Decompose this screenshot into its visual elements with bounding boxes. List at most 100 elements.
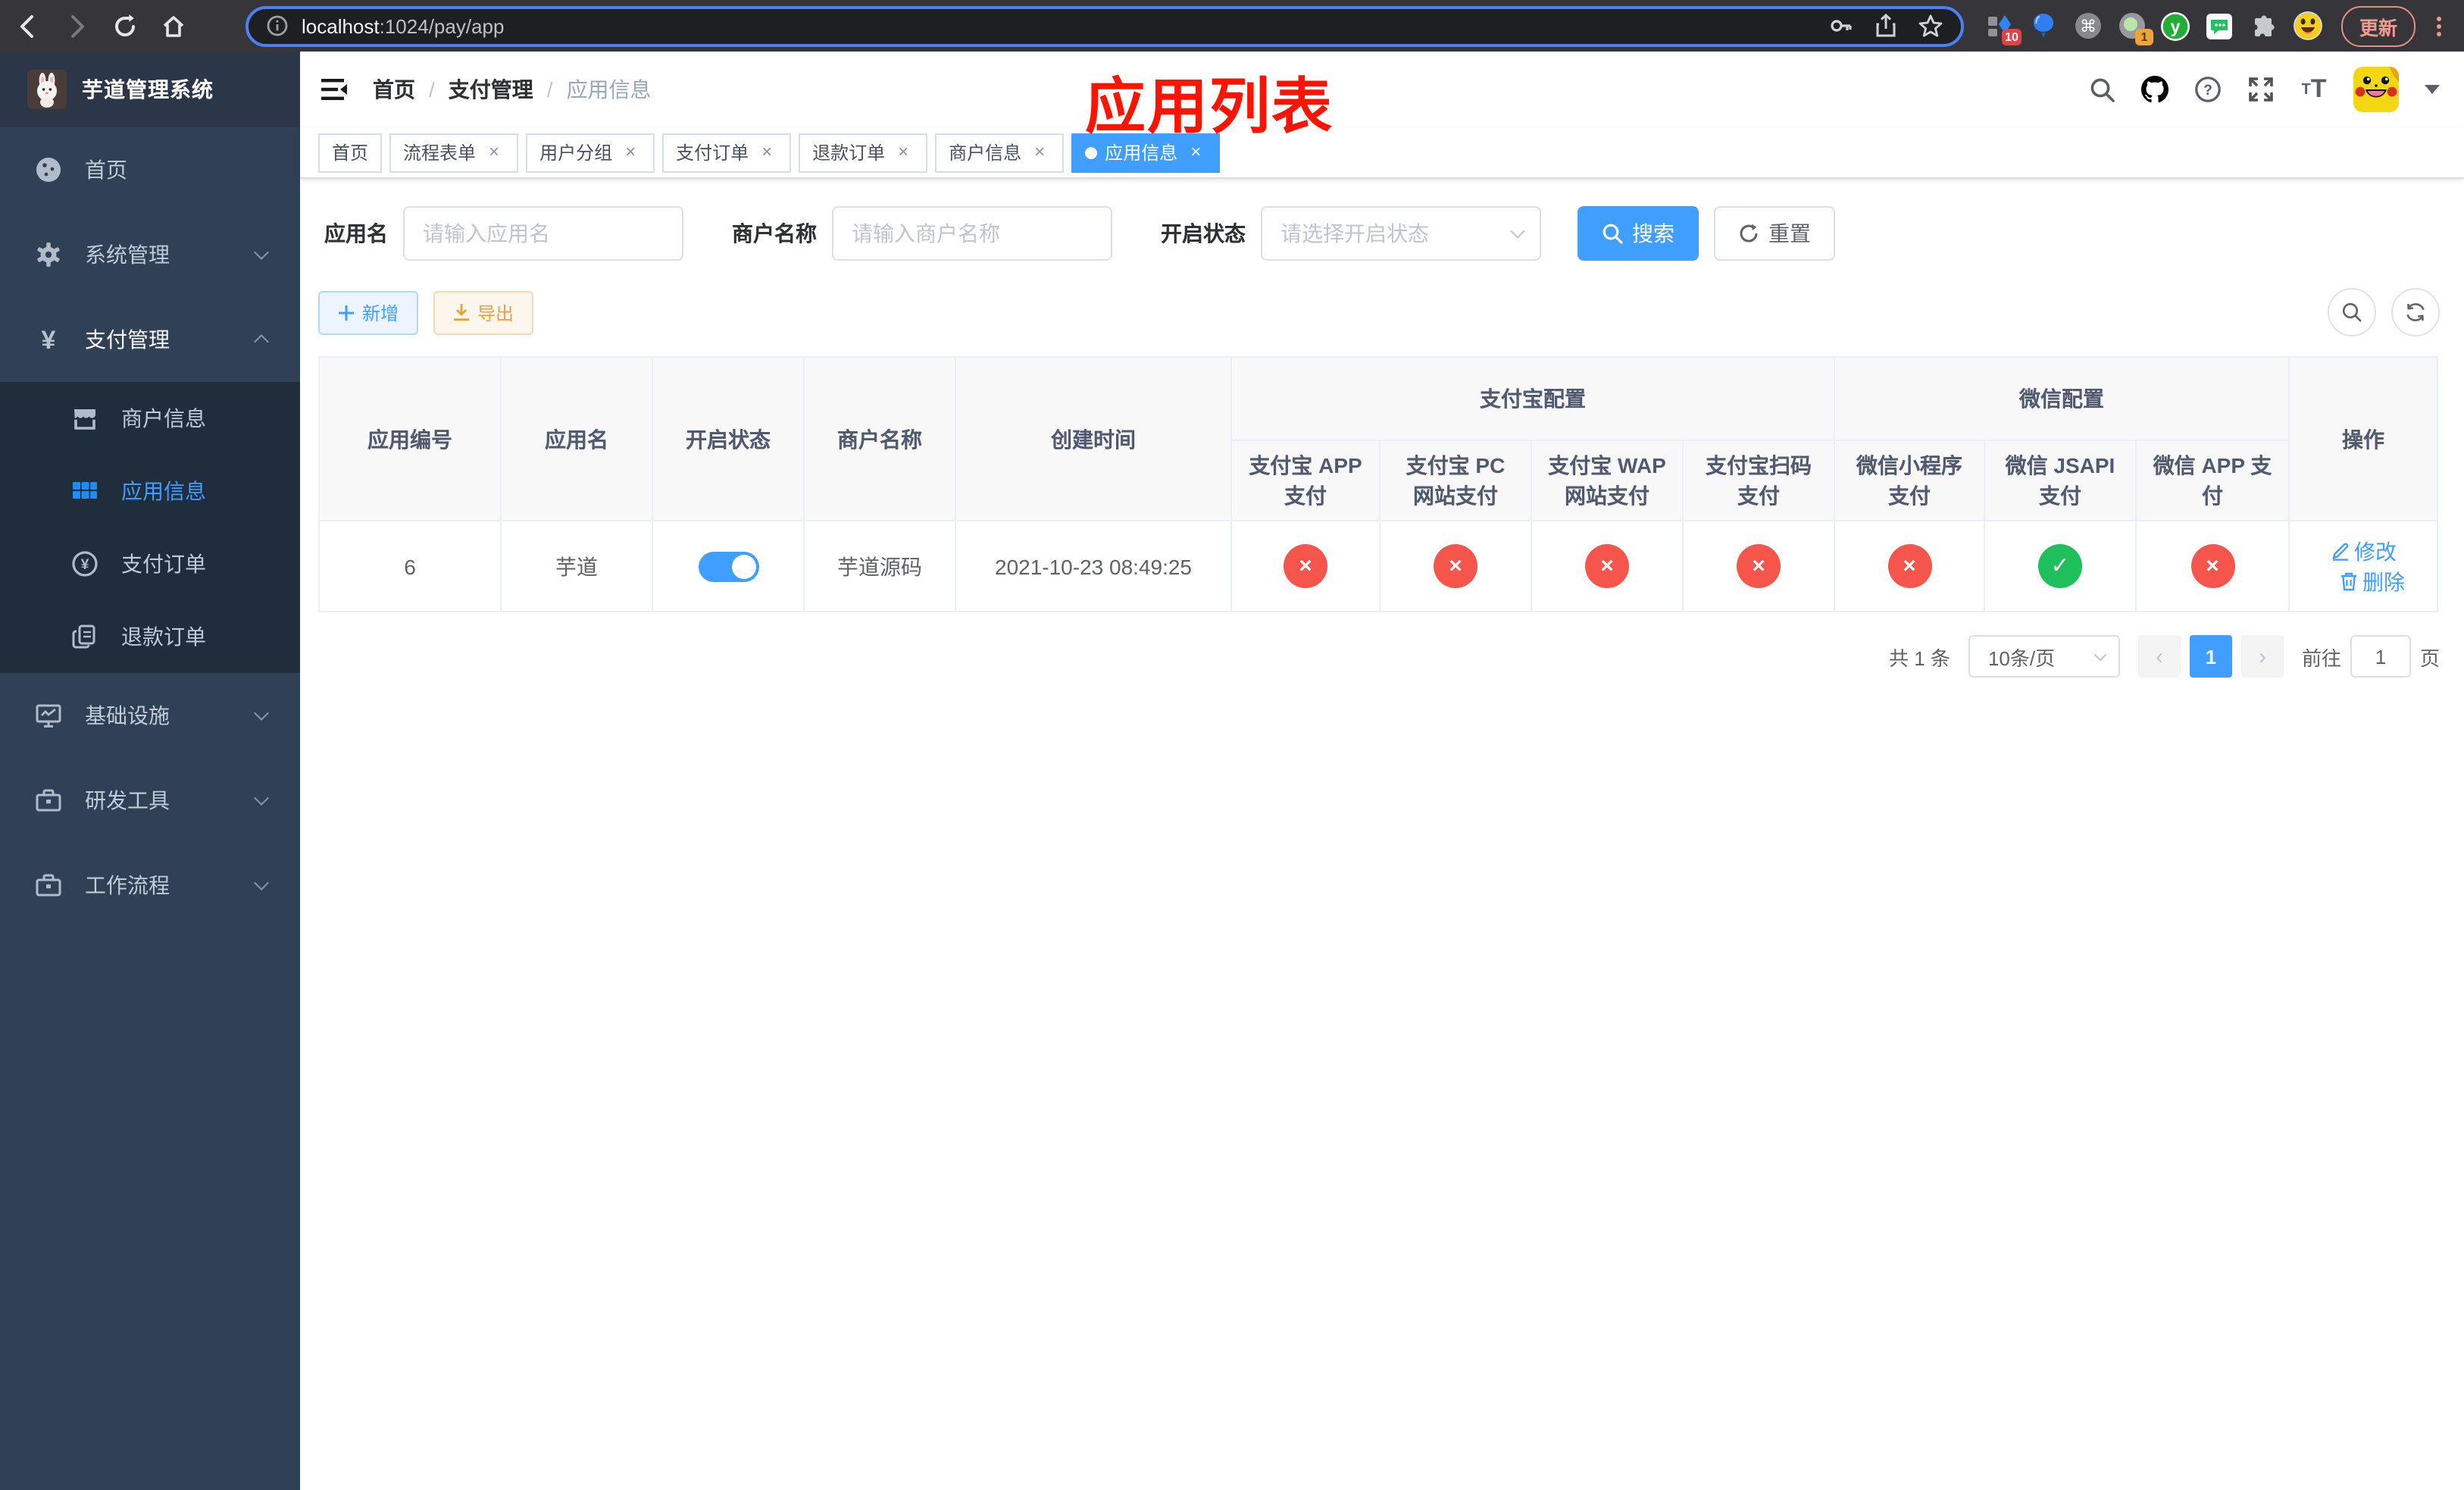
sidebar-item-pay-order[interactable]: ¥ 支付订单 bbox=[0, 527, 300, 600]
extension-balloon-icon[interactable] bbox=[2029, 11, 2059, 41]
page-1-button[interactable]: 1 bbox=[2189, 635, 2232, 678]
sidebar-item-home[interactable]: 首页 bbox=[0, 127, 300, 212]
filter-form: 应用名 商户名称 开启状态 请选择开启状态 搜索 重置 bbox=[318, 206, 2440, 261]
sidebar-item-dev-tools[interactable]: 研发工具 bbox=[0, 758, 300, 843]
browser-update-button[interactable]: 更新 bbox=[2340, 5, 2416, 46]
github-icon[interactable] bbox=[2141, 76, 2169, 103]
sidebar-item-label: 首页 bbox=[85, 158, 127, 182]
add-button[interactable]: 新增 bbox=[318, 290, 419, 334]
tab-merchant-info[interactable]: 商户信息 × bbox=[935, 133, 1065, 172]
close-icon[interactable]: × bbox=[756, 141, 777, 163]
sidebar-collapse-icon[interactable] bbox=[321, 77, 349, 102]
sidebar-item-refund-order[interactable]: 退款订单 bbox=[0, 600, 300, 673]
status-toggle[interactable] bbox=[698, 551, 758, 581]
breadcrumb-home[interactable]: 首页 bbox=[373, 74, 415, 105]
font-size-icon[interactable]: TT bbox=[2300, 74, 2328, 103]
logo-rabbit-image bbox=[27, 70, 67, 109]
bookmark-star-icon[interactable] bbox=[1918, 14, 1943, 38]
refresh-button[interactable] bbox=[2391, 288, 2440, 337]
browser-toolbar: localhost:1024/pay/app 10 ⌘ 1 y 更新 bbox=[0, 0, 2464, 52]
sidebar-item-label: 工作流程 bbox=[85, 873, 170, 897]
reset-button-label: 重置 bbox=[1768, 221, 1811, 246]
chevron-up-icon bbox=[254, 334, 269, 349]
status-select[interactable]: 请选择开启状态 bbox=[1261, 206, 1541, 261]
sidebar-item-app-info[interactable]: 应用信息 bbox=[0, 455, 300, 527]
home-icon[interactable] bbox=[161, 13, 186, 39]
col-alipay-pc: 支付宝 PC 网站支付 bbox=[1379, 440, 1532, 521]
col-merchant: 商户名称 bbox=[803, 356, 956, 521]
tab-label: 用户分组 bbox=[539, 142, 613, 164]
app-name-input[interactable] bbox=[403, 206, 683, 261]
col-wechat-app: 微信 APP 支付 bbox=[2135, 440, 2290, 521]
payment-submenu: 商户信息 应用信息 ¥ 支付订单 退款订单 bbox=[0, 382, 300, 673]
extension-y-icon[interactable]: y bbox=[2161, 11, 2191, 41]
user-avatar[interactable] bbox=[2353, 67, 2399, 112]
show-search-button[interactable] bbox=[2328, 288, 2376, 337]
sidebar-item-label: 退款订单 bbox=[121, 624, 206, 649]
avatar-caret-icon[interactable] bbox=[2425, 85, 2440, 94]
app-logo[interactable]: 芋道管理系统 bbox=[0, 52, 300, 127]
tab-home[interactable]: 首页 bbox=[318, 133, 383, 172]
table-toolbar: 新增 导出 bbox=[318, 288, 2440, 337]
tab-pay-order[interactable]: 支付订单 × bbox=[662, 133, 792, 172]
tab-user-group[interactable]: 用户分组 × bbox=[526, 133, 655, 172]
close-icon[interactable]: × bbox=[1029, 141, 1050, 163]
prev-page-button[interactable]: ‹ bbox=[2137, 635, 2181, 678]
delete-link-label: 删除 bbox=[2362, 569, 2405, 593]
top-navbar: 首页 / 支付管理 / 应用信息 ? T T bbox=[300, 52, 2464, 127]
url-text[interactable]: localhost:1024/pay/app bbox=[302, 14, 504, 37]
annotation-overlay-text: 应用列表 bbox=[1085, 74, 1334, 141]
pagination: 共 1 条 10条/页 ‹ 1 › 前往 页 bbox=[318, 635, 2440, 678]
cell-created: 2021-10-23 08:49:25 bbox=[955, 520, 1232, 612]
share-icon[interactable] bbox=[1875, 14, 1897, 38]
search-button[interactable]: 搜索 bbox=[1578, 206, 1699, 261]
merchant-name-input[interactable] bbox=[832, 206, 1112, 261]
password-key-icon[interactable] bbox=[1829, 14, 1853, 38]
sidebar-item-system[interactable]: 系统管理 bbox=[0, 212, 300, 297]
export-button[interactable]: 导出 bbox=[433, 290, 534, 334]
close-icon[interactable]: × bbox=[620, 141, 641, 163]
browser-menu-icon[interactable] bbox=[2428, 16, 2449, 36]
extension-kanban-icon[interactable]: 10 bbox=[1985, 11, 2022, 45]
tab-refund-order[interactable]: 退款订单 × bbox=[799, 133, 928, 172]
sidebar-item-label: 系统管理 bbox=[85, 243, 170, 267]
extension-recorder-icon[interactable]: 1 bbox=[2117, 11, 2153, 45]
next-page-button[interactable]: › bbox=[2240, 635, 2284, 678]
col-actions: 操作 bbox=[2288, 356, 2438, 521]
extension-letter: y bbox=[2172, 16, 2181, 36]
config-status-icon: × bbox=[1434, 544, 1477, 588]
edit-link[interactable]: 修改 bbox=[2330, 536, 2397, 566]
extension-command-icon[interactable]: ⌘ bbox=[2073, 11, 2103, 41]
sidebar-item-workflow[interactable]: 工作流程 bbox=[0, 843, 300, 928]
close-icon[interactable]: × bbox=[893, 141, 914, 163]
goto-page-input[interactable] bbox=[2350, 635, 2411, 678]
page-size-select[interactable]: 10条/页 bbox=[1968, 635, 2120, 678]
tab-label: 首页 bbox=[332, 142, 369, 164]
close-icon[interactable]: × bbox=[483, 141, 505, 163]
fullscreen-icon[interactable] bbox=[2247, 76, 2275, 103]
delete-link[interactable]: 删除 bbox=[2340, 566, 2405, 596]
reset-button[interactable]: 重置 bbox=[1714, 206, 1835, 261]
sidebar-item-infrastructure[interactable]: 基础设施 bbox=[0, 673, 300, 758]
help-icon[interactable]: ? bbox=[2194, 76, 2222, 103]
back-icon[interactable] bbox=[15, 13, 41, 39]
sidebar-item-merchant-info[interactable]: 商户信息 bbox=[0, 382, 300, 455]
site-info-icon[interactable] bbox=[267, 15, 288, 36]
col-wechat-mini: 微信小程序支付 bbox=[1834, 440, 1985, 521]
address-bar[interactable]: localhost:1024/pay/app bbox=[245, 5, 1964, 46]
extension-chat-icon[interactable] bbox=[2205, 11, 2235, 41]
gear-icon bbox=[30, 241, 67, 268]
dashboard-icon bbox=[30, 156, 67, 183]
tab-label: 流程表单 bbox=[403, 142, 477, 164]
extensions-puzzle-icon[interactable] bbox=[2249, 11, 2279, 41]
breadcrumb-payment[interactable]: 支付管理 bbox=[449, 74, 533, 105]
merchant-name-label: 商户名称 bbox=[732, 221, 817, 246]
search-icon[interactable] bbox=[2088, 76, 2115, 103]
forward-icon[interactable] bbox=[64, 13, 89, 39]
yen-icon: ¥ bbox=[41, 325, 56, 354]
profile-emoji-avatar[interactable] bbox=[2293, 11, 2323, 41]
reload-icon[interactable] bbox=[112, 13, 138, 39]
tab-process-form[interactable]: 流程表单 × bbox=[389, 133, 519, 172]
sidebar-item-payment[interactable]: ¥ 支付管理 bbox=[0, 297, 300, 382]
edit-link-label: 修改 bbox=[2354, 539, 2397, 563]
